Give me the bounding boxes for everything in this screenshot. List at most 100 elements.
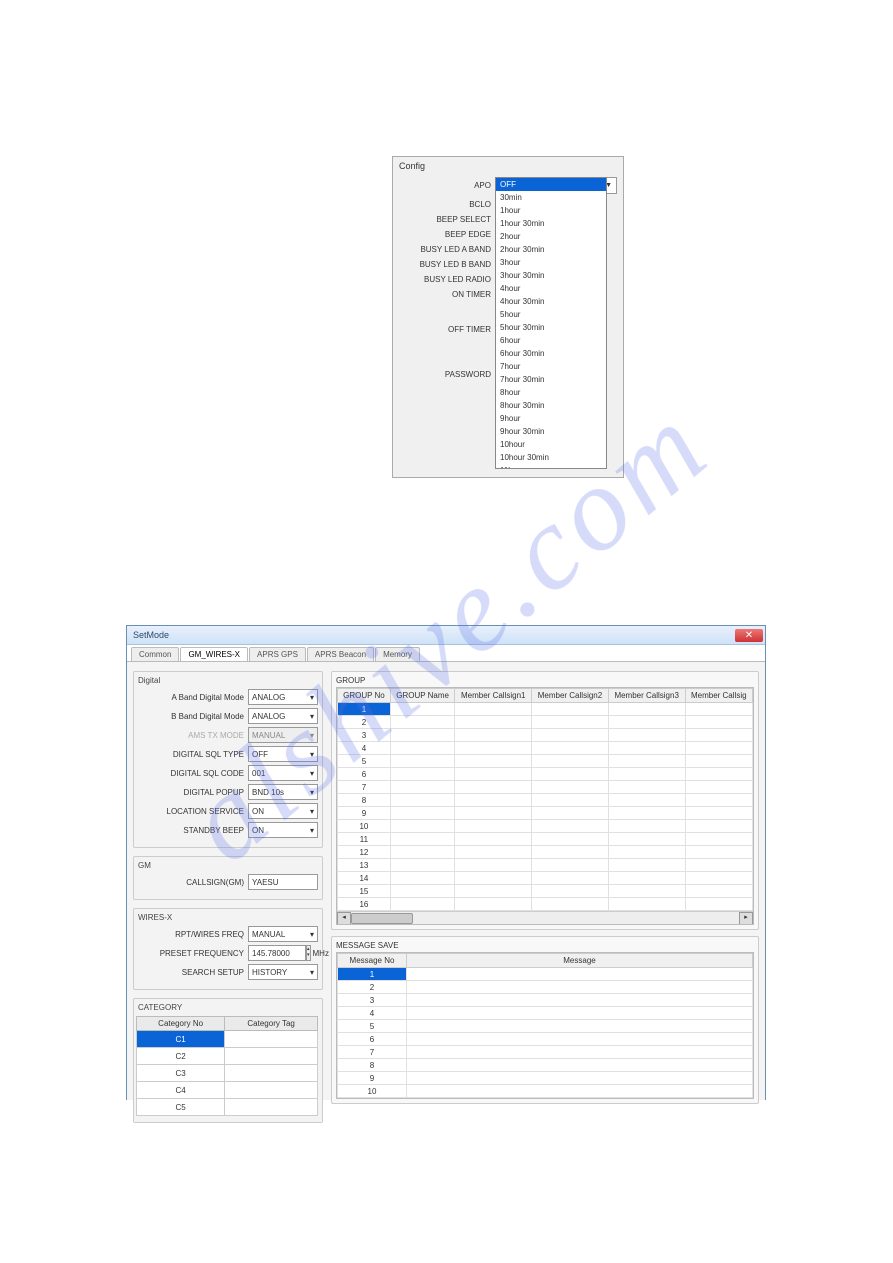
callsign-input[interactable]: YAESU: [248, 874, 318, 890]
scroll-thumb[interactable]: [351, 913, 413, 924]
table-row[interactable]: 9: [338, 1072, 753, 1085]
popup-label: DIGITAL POPUP: [136, 788, 248, 797]
table-row[interactable]: 9: [338, 807, 753, 820]
group-table[interactable]: GROUP NoGROUP NameMember Callsign1Member…: [337, 688, 753, 911]
apo-option[interactable]: 5hour: [496, 308, 606, 321]
b-band-mode-combo[interactable]: ANALOG▾: [248, 708, 318, 724]
table-row[interactable]: 15: [338, 885, 753, 898]
apo-option[interactable]: 1hour 30min: [496, 217, 606, 230]
msg-header: Message: [407, 954, 753, 968]
table-row[interactable]: 7: [338, 1046, 753, 1059]
sql-code-combo[interactable]: 001▾: [248, 765, 318, 781]
table-row[interactable]: C3: [137, 1065, 318, 1082]
cat-header: Category No: [137, 1017, 225, 1031]
search-combo[interactable]: HISTORY▾: [248, 964, 318, 980]
callsign-label: CALLSIGN(GM): [136, 878, 248, 887]
apo-option[interactable]: 3hour 30min: [496, 269, 606, 282]
apo-option[interactable]: 9hour 30min: [496, 425, 606, 438]
table-row[interactable]: 4: [338, 1007, 753, 1020]
tab-gm-wires-x[interactable]: GM_WIRES-X: [180, 647, 248, 661]
apo-option[interactable]: 9hour: [496, 412, 606, 425]
sql-type-label: DIGITAL SQL TYPE: [136, 750, 248, 759]
table-row[interactable]: 6: [338, 768, 753, 781]
apo-option[interactable]: 10hour 30min: [496, 451, 606, 464]
apo-option[interactable]: 1hour: [496, 204, 606, 217]
table-row[interactable]: 13: [338, 859, 753, 872]
table-row[interactable]: C2: [137, 1048, 318, 1065]
ams-tx-combo: MANUAL▾: [248, 727, 318, 743]
sql-code-label: DIGITAL SQL CODE: [136, 769, 248, 778]
category-table[interactable]: Category NoCategory TagC1C2C3C4C5: [136, 1016, 318, 1116]
tab-aprs-beacon[interactable]: APRS Beacon: [307, 647, 374, 661]
apo-option[interactable]: 11hour: [496, 464, 606, 469]
apo-option[interactable]: 2hour: [496, 230, 606, 243]
message-title: MESSAGE SAVE: [336, 941, 754, 950]
close-button[interactable]: ✕: [735, 629, 763, 642]
beep-select-label: BEEP SELECT: [399, 215, 497, 224]
apo-option[interactable]: OFF: [496, 178, 606, 191]
scroll-left-icon[interactable]: ◂: [337, 912, 351, 925]
chevron-down-icon: ▾: [310, 769, 314, 778]
group-header: Member Callsign3: [608, 689, 685, 703]
apo-option[interactable]: 5hour 30min: [496, 321, 606, 334]
sql-type-combo[interactable]: OFF▾: [248, 746, 318, 762]
table-row[interactable]: 8: [338, 1059, 753, 1072]
horizontal-scrollbar[interactable]: ◂ ▸: [337, 911, 753, 924]
table-row[interactable]: 3: [338, 729, 753, 742]
message-box: MESSAGE SAVE Message NoMessage1234567891…: [331, 936, 759, 1104]
table-row[interactable]: 3: [338, 994, 753, 1007]
table-row[interactable]: 11: [338, 833, 753, 846]
location-combo[interactable]: ON▾: [248, 803, 318, 819]
table-row[interactable]: 14: [338, 872, 753, 885]
table-row[interactable]: 8: [338, 794, 753, 807]
popup-combo[interactable]: BND 10s▾: [248, 784, 318, 800]
apo-option[interactable]: 8hour: [496, 386, 606, 399]
table-row[interactable]: 10: [338, 1085, 753, 1098]
apo-option[interactable]: 10hour: [496, 438, 606, 451]
table-row[interactable]: C1: [137, 1031, 318, 1048]
scroll-right-icon[interactable]: ▸: [739, 912, 753, 925]
setmode-window: SetMode ✕ CommonGM_WIRES-XAPRS GPSAPRS B…: [126, 625, 766, 1100]
table-row[interactable]: 2: [338, 716, 753, 729]
apo-option[interactable]: 6hour: [496, 334, 606, 347]
apo-option[interactable]: 3hour: [496, 256, 606, 269]
table-row[interactable]: 5: [338, 755, 753, 768]
category-title: CATEGORY: [138, 1003, 318, 1012]
apo-option[interactable]: 4hour: [496, 282, 606, 295]
apo-option[interactable]: 2hour 30min: [496, 243, 606, 256]
table-row[interactable]: 10: [338, 820, 753, 833]
rpt-freq-combo[interactable]: MANUAL▾: [248, 926, 318, 942]
standby-beep-combo[interactable]: ON▾: [248, 822, 318, 838]
apo-option[interactable]: 6hour 30min: [496, 347, 606, 360]
table-row[interactable]: C5: [137, 1099, 318, 1116]
preset-freq-input[interactable]: 145.78000: [248, 945, 306, 961]
message-table[interactable]: Message NoMessage12345678910: [337, 953, 753, 1098]
tab-memory[interactable]: Memory: [375, 647, 420, 661]
table-row[interactable]: 2: [338, 981, 753, 994]
apo-option[interactable]: 8hour 30min: [496, 399, 606, 412]
table-row[interactable]: 12: [338, 846, 753, 859]
apo-dropdown-list[interactable]: OFF30min1hour1hour 30min2hour2hour 30min…: [495, 177, 607, 469]
group-title: GROUP: [336, 676, 754, 685]
table-row[interactable]: 16: [338, 898, 753, 911]
search-label: SEARCH SETUP: [136, 968, 248, 977]
table-row[interactable]: 6: [338, 1033, 753, 1046]
apo-option[interactable]: 7hour 30min: [496, 373, 606, 386]
table-row[interactable]: 4: [338, 742, 753, 755]
apo-option[interactable]: 30min: [496, 191, 606, 204]
off-timer-label: OFF TIMER: [399, 325, 497, 334]
tab-common[interactable]: Common: [131, 647, 179, 661]
apo-option[interactable]: 4hour 30min: [496, 295, 606, 308]
tab-aprs-gps[interactable]: APRS GPS: [249, 647, 306, 661]
table-row[interactable]: C4: [137, 1082, 318, 1099]
table-row[interactable]: 1: [338, 968, 753, 981]
apo-option[interactable]: 7hour: [496, 360, 606, 373]
table-row[interactable]: 5: [338, 1020, 753, 1033]
a-band-mode-combo[interactable]: ANALOG▾: [248, 689, 318, 705]
chevron-down-icon: ▾: [310, 731, 314, 740]
config-title: Config: [399, 161, 617, 171]
table-row[interactable]: 1: [338, 703, 753, 716]
table-row[interactable]: 7: [338, 781, 753, 794]
chevron-down-icon: ▾: [310, 826, 314, 835]
preset-freq-spinner[interactable]: ▴▾: [306, 945, 311, 961]
